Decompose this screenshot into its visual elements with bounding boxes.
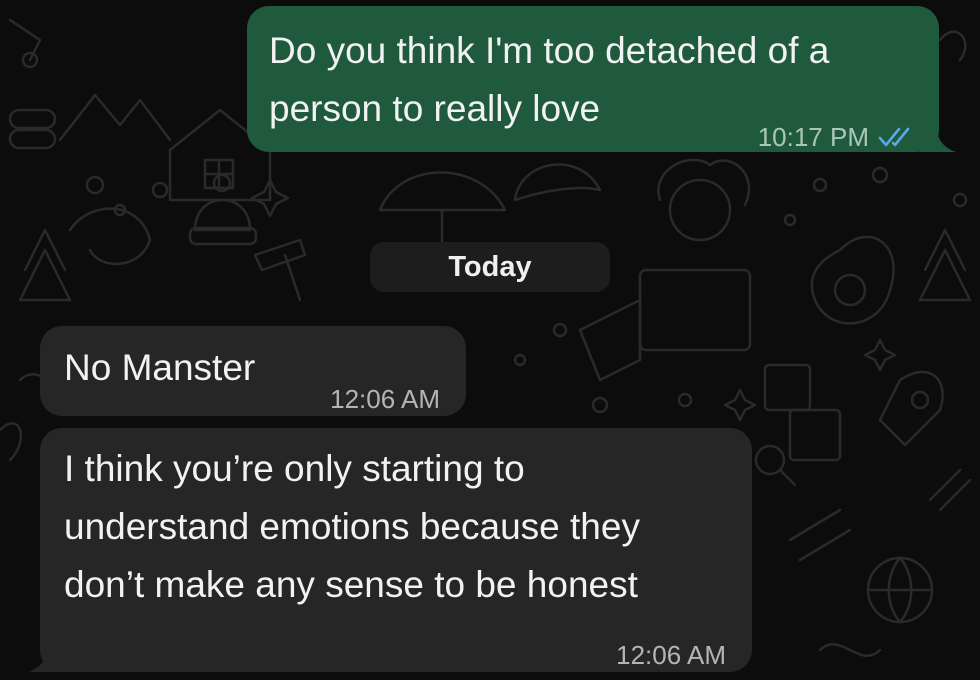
message-time: 10:17 PM [757,122,869,152]
double-check-read-icon [877,125,917,149]
bubble-tail-outgoing [920,128,956,152]
message-text: I think you’re only starting to understa… [64,448,640,605]
message-text: Do you think I'm too detached of a perso… [269,30,830,129]
message-time: 12:06 AM [616,640,726,670]
bubble-tail-incoming [28,648,64,672]
message-bubble-outgoing[interactable]: Do you think I'm too detached of a perso… [247,6,939,152]
message-bubble-incoming[interactable]: I think you’re only starting to understa… [40,428,752,672]
message-meta: 12:06 AM [616,626,726,680]
message-meta: 12:06 AM [330,370,440,428]
message-meta: 10:17 PM [758,108,917,166]
date-divider: Today [370,242,610,292]
chat-view[interactable]: Do you think I'm too detached of a perso… [0,0,980,680]
message-bubble-incoming[interactable]: No Manster 12:06 AM [40,326,466,416]
message-text: No Manster [64,347,256,388]
message-time: 12:06 AM [330,384,440,414]
